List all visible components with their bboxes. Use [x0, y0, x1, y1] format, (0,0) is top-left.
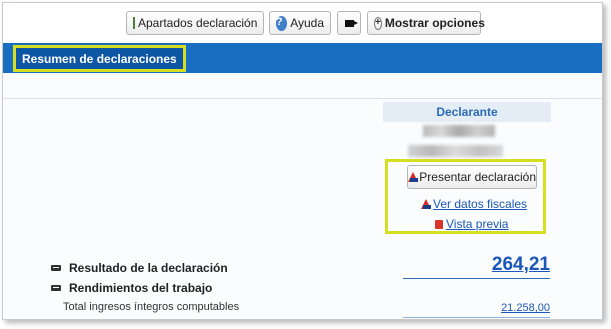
datos-fiscales-link[interactable]: Ver datos fiscales	[421, 197, 527, 211]
aeat-logo-icon	[408, 172, 419, 182]
present-label: Presentar declaración	[419, 170, 536, 184]
declarante-header: Declarante	[383, 102, 551, 122]
form-icon	[133, 17, 135, 29]
vista-previa-label: Vista previa	[446, 217, 509, 231]
plus-icon: +	[374, 16, 382, 30]
show-options-button[interactable]: + Mostrar opciones	[367, 11, 485, 35]
vista-previa-link[interactable]: Vista previa	[435, 217, 508, 231]
help-label: Ayuda	[290, 16, 324, 30]
collapse-arrow-icon[interactable]	[51, 265, 61, 271]
collapse-arrow-icon[interactable]	[51, 285, 61, 291]
rendimientos-label: Rendimientos del trabajo	[69, 281, 213, 295]
redacted-id	[408, 145, 503, 157]
rendimientos-row: Rendimientos del trabajo	[3, 280, 602, 298]
apartados-label: Apartados declaración	[138, 16, 258, 30]
resultado-label: Resultado de la declaración	[69, 261, 228, 275]
video-button[interactable]	[337, 11, 361, 35]
resultado-value[interactable]: 264,21	[492, 254, 550, 276]
show-options-label: Mostrar opciones	[384, 16, 485, 30]
ingresos-underline	[403, 317, 550, 318]
ingresos-label: Total ingresos íntegros computables	[63, 301, 240, 313]
ingresos-value[interactable]: 21.258,00	[501, 302, 550, 314]
help-icon: ?	[276, 15, 288, 31]
help-button[interactable]: ? Ayuda	[269, 11, 331, 35]
video-icon	[344, 19, 358, 27]
tab-label: Resumen de declaraciones	[22, 51, 177, 66]
main-content: Declarante Presentar declaración Ver dat…	[3, 73, 602, 319]
ingresos-row: Total ingresos íntegros computables 21.2…	[3, 300, 602, 318]
section-header-bar: Resumen de declaraciones	[3, 43, 602, 73]
toolbar: Apartados declaración ? Ayuda + Mostrar …	[3, 3, 602, 41]
divider	[3, 98, 602, 99]
datos-fiscales-label: Ver datos fiscales	[433, 197, 528, 211]
tab-resumen-declaraciones[interactable]: Resumen de declaraciones	[13, 45, 186, 72]
apartados-button[interactable]: Apartados declaración	[126, 11, 264, 35]
redacted-name	[423, 125, 495, 137]
pdf-icon	[435, 219, 443, 229]
result-underline	[403, 278, 550, 279]
aeat-logo-icon	[421, 199, 431, 209]
present-declaration-button[interactable]: Presentar declaración	[407, 165, 537, 189]
resultado-row: Resultado de la declaración 264,21	[3, 254, 602, 279]
app-window: Apartados declaración ? Ayuda + Mostrar …	[2, 2, 603, 320]
